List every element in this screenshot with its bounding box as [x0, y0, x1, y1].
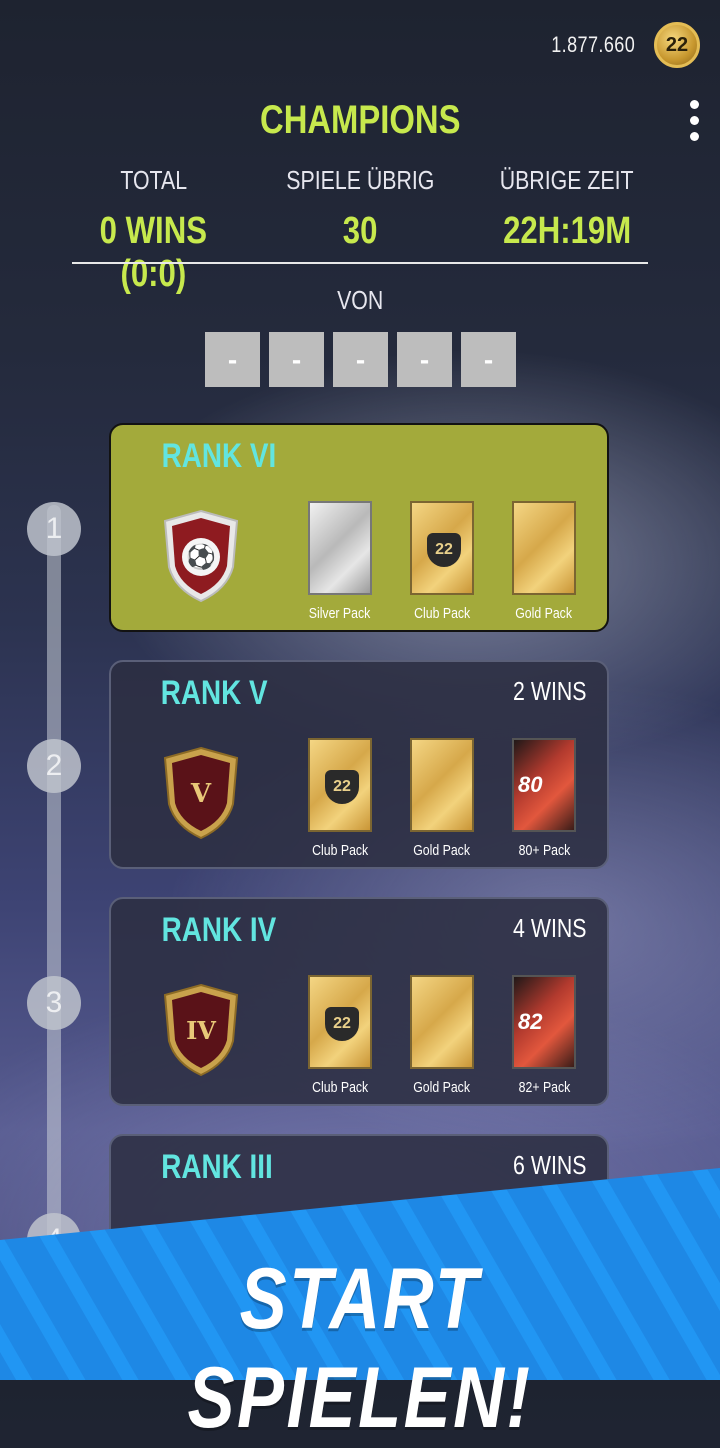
pack-image: 22 — [410, 501, 474, 595]
von-label: VON — [336, 285, 384, 315]
pack-label: Gold Pack — [413, 1079, 471, 1096]
pack-rated: 82 82+ Pack — [511, 975, 577, 1096]
result-slot: - — [397, 332, 452, 387]
pack-rating: 80 — [518, 772, 543, 797]
svg-text:V: V — [190, 779, 212, 809]
pack-list: 22 Club Pack Gold Pack 82 82+ Pack — [307, 975, 577, 1096]
pack-image: 80 — [512, 738, 576, 832]
stats-row: TOTAL 0 WINS (0:0) SPIELE ÜBRIG 30 ÜBRIG… — [50, 165, 670, 296]
pack-label: Club Pack — [311, 1079, 369, 1096]
pack-image — [308, 501, 372, 595]
pack-gold: Gold Pack — [409, 738, 475, 859]
rank-card-6[interactable]: RANK VI ⚽ Silver Pack 22 Club Pack Gold … — [109, 423, 609, 632]
rank-card-5[interactable]: RANK V 2 WINS V 22 Club Pack Gold Pack 8… — [109, 660, 609, 869]
pack-image — [410, 975, 474, 1069]
rank-title: RANK VI — [161, 437, 277, 475]
result-slot: - — [333, 332, 388, 387]
pack-label: Gold Pack — [413, 842, 471, 859]
pack-label: Silver Pack — [309, 605, 371, 622]
coin-balance: 1.877.660 22 — [542, 22, 700, 68]
stat-value: 0 WINS (0:0) — [99, 210, 208, 295]
coin-icon-label: 22 — [665, 33, 689, 56]
pack-label: Gold Pack — [515, 605, 573, 622]
stat-total: TOTAL 0 WINS (0:0) — [50, 165, 257, 296]
result-slots: - - - - - — [205, 332, 516, 387]
rank-title: RANK IV — [161, 911, 277, 949]
pack-image — [410, 738, 474, 832]
progress-node: 2 — [27, 739, 81, 793]
progress-node: 3 — [27, 976, 81, 1030]
pack-list: Silver Pack 22 Club Pack Gold Pack — [307, 501, 577, 622]
pack-label: 82+ Pack — [518, 1079, 570, 1096]
pack-label: Club Pack — [311, 842, 369, 859]
stat-time-left: ÜBRIGE ZEIT 22H:19M — [463, 165, 670, 296]
rank-badge-icon: IV — [163, 983, 239, 1077]
pack-rating: 82 — [518, 1009, 543, 1034]
pack-gold: Gold Pack — [409, 975, 475, 1096]
result-slot: - — [205, 332, 260, 387]
stat-label: TOTAL — [119, 165, 187, 195]
stat-games-left: SPIELE ÜBRIG 30 — [257, 165, 464, 296]
rank-badge-icon: ⚽ — [163, 509, 239, 603]
start-button-label: START SPIELEN! — [187, 1251, 533, 1446]
pack-club: 22 Club Pack — [307, 738, 373, 859]
pack-list: 22 Club Pack Gold Pack 80 80+ Pack — [307, 738, 577, 859]
stat-label: ÜBRIGE ZEIT — [499, 165, 634, 195]
stat-label: SPIELE ÜBRIG — [285, 165, 435, 195]
coin-icon: 22 — [654, 22, 700, 68]
club-crest-icon: 22 — [325, 770, 359, 804]
svg-text:⚽: ⚽ — [185, 543, 216, 571]
page-title: CHAMPIONS — [259, 98, 461, 142]
progress-track — [47, 505, 61, 1265]
pack-silver: Silver Pack — [307, 501, 373, 622]
coin-amount: 1.877.660 — [550, 32, 635, 57]
pack-gold: Gold Pack — [511, 501, 577, 622]
pack-image: 82 — [512, 975, 576, 1069]
club-crest-icon: 22 — [427, 533, 461, 567]
pack-rated: 80 80+ Pack — [511, 738, 577, 859]
divider — [72, 262, 648, 264]
rank-badge-icon: V — [163, 746, 239, 840]
svg-text:IV: IV — [186, 1016, 216, 1045]
pack-club: 22 Club Pack — [307, 975, 373, 1096]
stat-value: 22H:19M — [502, 210, 631, 252]
rank-card-4[interactable]: RANK IV 4 WINS IV 22 Club Pack Gold Pack… — [109, 897, 609, 1106]
stat-value: 30 — [342, 210, 378, 252]
result-slot: - — [461, 332, 516, 387]
rank-wins: 2 WINS — [513, 676, 587, 706]
rank-wins: 4 WINS — [513, 913, 587, 943]
pack-label: Club Pack — [413, 605, 471, 622]
pack-image — [512, 501, 576, 595]
pack-club: 22 Club Pack — [409, 501, 475, 622]
club-crest-icon: 22 — [325, 1007, 359, 1041]
pack-image: 22 — [308, 975, 372, 1069]
pack-image: 22 — [308, 738, 372, 832]
result-slot: - — [269, 332, 324, 387]
pack-label: 80+ Pack — [518, 842, 570, 859]
rank-title: RANK V — [160, 674, 268, 712]
progress-node: 1 — [27, 502, 81, 556]
start-button[interactable]: START SPIELEN! — [0, 1250, 720, 1448]
